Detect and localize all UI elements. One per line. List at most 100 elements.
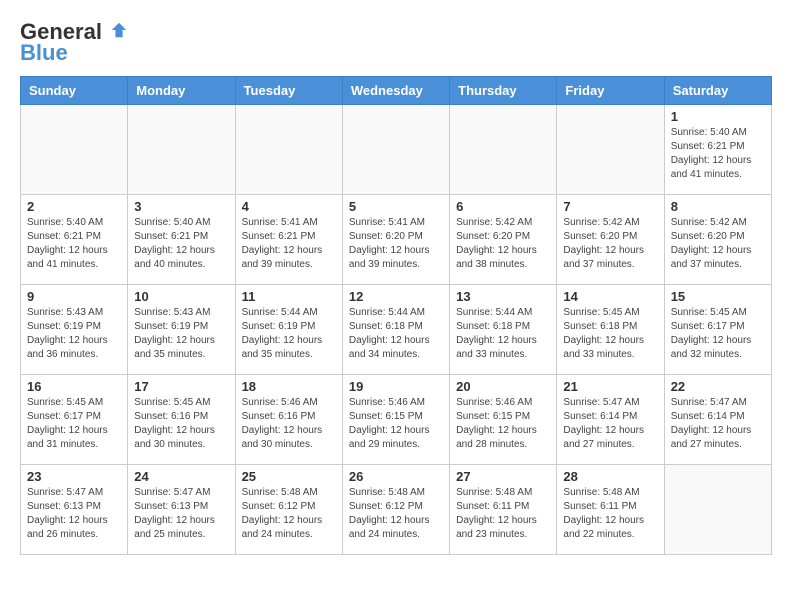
calendar-week-row: 23 Sunrise: 5:47 AM Sunset: 6:13 PM Dayli… [21,465,772,555]
day-number: 15 [671,289,765,304]
calendar-week-row: 16 Sunrise: 5:45 AM Sunset: 6:17 PM Dayli… [21,375,772,465]
calendar-table: SundayMondayTuesdayWednesdayThursdayFrid… [20,76,772,555]
calendar-cell [664,465,771,555]
calendar-cell [21,105,128,195]
day-info: Sunrise: 5:48 AM Sunset: 6:11 PM Dayligh… [563,486,657,542]
day-info: Sunrise: 5:46 AM Sunset: 6:16 PM Dayligh… [242,396,336,452]
day-number: 12 [349,289,443,304]
day-number: 5 [349,199,443,214]
day-info: Sunrise: 5:48 AM Sunset: 6:12 PM Dayligh… [242,486,336,542]
day-number: 13 [456,289,550,304]
calendar-cell: 27 Sunrise: 5:48 AM Sunset: 6:11 PM Dayli… [450,465,557,555]
day-number: 19 [349,379,443,394]
calendar-cell: 1 Sunrise: 5:40 AM Sunset: 6:21 PM Daylig… [664,105,771,195]
day-number: 18 [242,379,336,394]
day-info: Sunrise: 5:41 AM Sunset: 6:20 PM Dayligh… [349,216,443,272]
day-info: Sunrise: 5:41 AM Sunset: 6:21 PM Dayligh… [242,216,336,272]
day-info: Sunrise: 5:46 AM Sunset: 6:15 PM Dayligh… [349,396,443,452]
day-info: Sunrise: 5:42 AM Sunset: 6:20 PM Dayligh… [563,216,657,272]
calendar-cell: 2 Sunrise: 5:40 AM Sunset: 6:21 PM Daylig… [21,195,128,285]
day-info: Sunrise: 5:47 AM Sunset: 6:13 PM Dayligh… [134,486,228,542]
calendar-cell: 18 Sunrise: 5:46 AM Sunset: 6:16 PM Dayli… [235,375,342,465]
day-number: 1 [671,109,765,124]
weekday-header: Thursday [450,77,557,105]
day-info: Sunrise: 5:43 AM Sunset: 6:19 PM Dayligh… [134,306,228,362]
calendar-cell: 22 Sunrise: 5:47 AM Sunset: 6:14 PM Dayli… [664,375,771,465]
day-number: 4 [242,199,336,214]
calendar-cell: 11 Sunrise: 5:44 AM Sunset: 6:19 PM Dayli… [235,285,342,375]
day-number: 3 [134,199,228,214]
calendar-cell [342,105,449,195]
calendar-week-row: 1 Sunrise: 5:40 AM Sunset: 6:21 PM Daylig… [21,105,772,195]
day-number: 16 [27,379,121,394]
calendar-cell: 20Sunrise: 5:46 AM Sunset: 6:15 PM Dayli… [450,375,557,465]
day-info: Sunrise: 5:44 AM Sunset: 6:18 PM Dayligh… [349,306,443,362]
day-info: Sunrise: 5:44 AM Sunset: 6:18 PM Dayligh… [456,306,550,362]
calendar-cell: 28Sunrise: 5:48 AM Sunset: 6:11 PM Dayli… [557,465,664,555]
day-number: 25 [242,469,336,484]
day-number: 20 [456,379,550,394]
calendar-week-row: 9 Sunrise: 5:43 AM Sunset: 6:19 PM Daylig… [21,285,772,375]
day-info: Sunrise: 5:42 AM Sunset: 6:20 PM Dayligh… [456,216,550,272]
day-number: 17 [134,379,228,394]
day-number: 9 [27,289,121,304]
calendar-cell: 7 Sunrise: 5:42 AM Sunset: 6:20 PM Daylig… [557,195,664,285]
weekday-header: Friday [557,77,664,105]
day-info: Sunrise: 5:48 AM Sunset: 6:12 PM Dayligh… [349,486,443,542]
calendar-week-row: 2 Sunrise: 5:40 AM Sunset: 6:21 PM Daylig… [21,195,772,285]
day-info: Sunrise: 5:40 AM Sunset: 6:21 PM Dayligh… [671,126,765,182]
calendar-cell: 13 Sunrise: 5:44 AM Sunset: 6:18 PM Dayli… [450,285,557,375]
day-info: Sunrise: 5:44 AM Sunset: 6:19 PM Dayligh… [242,306,336,362]
day-info: Sunrise: 5:45 AM Sunset: 6:17 PM Dayligh… [671,306,765,362]
day-number: 8 [671,199,765,214]
day-info: Sunrise: 5:43 AM Sunset: 6:19 PM Dayligh… [27,306,121,362]
day-number: 23 [27,469,121,484]
day-number: 2 [27,199,121,214]
weekday-header: Saturday [664,77,771,105]
day-info: Sunrise: 5:45 AM Sunset: 6:18 PM Dayligh… [563,306,657,362]
day-number: 21 [563,379,657,394]
calendar-cell [128,105,235,195]
day-number: 7 [563,199,657,214]
calendar-cell [557,105,664,195]
day-number: 11 [242,289,336,304]
weekday-header: Sunday [21,77,128,105]
weekday-header: Wednesday [342,77,449,105]
calendar-header-row: SundayMondayTuesdayWednesdayThursdayFrid… [21,77,772,105]
day-number: 22 [671,379,765,394]
calendar-cell: 19 Sunrise: 5:46 AM Sunset: 6:15 PM Dayli… [342,375,449,465]
logo-icon [110,21,128,39]
calendar-cell: 23 Sunrise: 5:47 AM Sunset: 6:13 PM Dayli… [21,465,128,555]
day-info: Sunrise: 5:45 AM Sunset: 6:17 PM Dayligh… [27,396,121,452]
calendar-cell [450,105,557,195]
calendar-cell: 9 Sunrise: 5:43 AM Sunset: 6:19 PM Daylig… [21,285,128,375]
logo: General Blue [20,20,128,66]
calendar-cell: 15 Sunrise: 5:45 AM Sunset: 6:17 PM Dayli… [664,285,771,375]
calendar-cell: 4 Sunrise: 5:41 AM Sunset: 6:21 PM Daylig… [235,195,342,285]
day-info: Sunrise: 5:47 AM Sunset: 6:14 PM Dayligh… [563,396,657,452]
day-number: 26 [349,469,443,484]
day-number: 10 [134,289,228,304]
calendar-cell: 10 Sunrise: 5:43 AM Sunset: 6:19 PM Dayli… [128,285,235,375]
calendar-cell: 12 Sunrise: 5:44 AM Sunset: 6:18 PM Dayli… [342,285,449,375]
day-number: 24 [134,469,228,484]
calendar-cell [235,105,342,195]
day-info: Sunrise: 5:42 AM Sunset: 6:20 PM Dayligh… [671,216,765,272]
day-info: Sunrise: 5:47 AM Sunset: 6:14 PM Dayligh… [671,396,765,452]
day-info: Sunrise: 5:40 AM Sunset: 6:21 PM Dayligh… [27,216,121,272]
weekday-header: Tuesday [235,77,342,105]
calendar-cell: 8 Sunrise: 5:42 AM Sunset: 6:20 PM Daylig… [664,195,771,285]
calendar-cell: 3Sunrise: 5:40 AM Sunset: 6:21 PM Daylig… [128,195,235,285]
calendar-cell: 26 Sunrise: 5:48 AM Sunset: 6:12 PM Dayli… [342,465,449,555]
day-info: Sunrise: 5:47 AM Sunset: 6:13 PM Dayligh… [27,486,121,542]
page-header: General Blue [20,20,772,66]
calendar-cell: 17 Sunrise: 5:45 AM Sunset: 6:16 PM Dayli… [128,375,235,465]
day-number: 6 [456,199,550,214]
day-info: Sunrise: 5:48 AM Sunset: 6:11 PM Dayligh… [456,486,550,542]
day-number: 14 [563,289,657,304]
calendar-cell: 14 Sunrise: 5:45 AM Sunset: 6:18 PM Dayli… [557,285,664,375]
day-number: 27 [456,469,550,484]
day-info: Sunrise: 5:45 AM Sunset: 6:16 PM Dayligh… [134,396,228,452]
calendar-cell: 16 Sunrise: 5:45 AM Sunset: 6:17 PM Dayli… [21,375,128,465]
calendar-cell: 21 Sunrise: 5:47 AM Sunset: 6:14 PM Dayli… [557,375,664,465]
